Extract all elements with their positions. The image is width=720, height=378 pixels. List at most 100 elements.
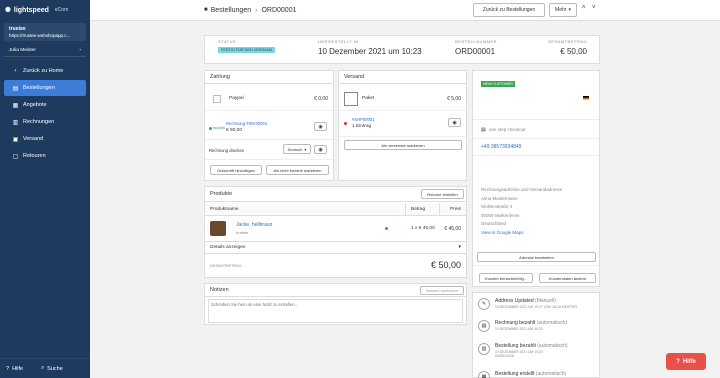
parcel-icon xyxy=(344,92,358,106)
timeline-meta: 10 DEZEMBER 2021 UM 10:23 8439120208 xyxy=(495,350,543,358)
timeline-tag: (automatisch) xyxy=(535,371,567,377)
sidebar-item-orders[interactable]: ▤ Bestellungen xyxy=(4,80,86,96)
sidebar: ✺ lightspeed eCom trustee https://truste… xyxy=(0,0,90,378)
paid-status: bezahlt xyxy=(209,126,225,130)
product-qty: 1 x € 45,00 xyxy=(411,226,435,231)
notes-textarea[interactable] xyxy=(208,299,463,323)
google-maps-link[interactable]: View in Google Maps xyxy=(481,229,562,238)
notify-customer-button[interactable]: Kunden benachrichtig... xyxy=(479,273,533,283)
chevron-down-icon[interactable]: ˅ xyxy=(592,5,596,11)
sidebar-item-invoices[interactable]: ▥ Rechnungen xyxy=(4,114,86,130)
products-total-label: GESAMTBETRAG xyxy=(210,264,242,268)
status-label: STATUS xyxy=(218,39,237,44)
table-row[interactable]: Jacke, hellbraun trustee 1 x € 45,00 € 4… xyxy=(205,217,466,240)
timeline-title: Rechnung bezahlt xyxy=(495,320,536,326)
shipment-link[interactable]: #SHP00001 xyxy=(352,117,375,122)
notes-card: Notizen Notizen speichern xyxy=(204,283,467,325)
help-icon: ? xyxy=(6,365,10,372)
unshipped-dot-icon xyxy=(344,122,347,125)
returns-icon: ▢ xyxy=(12,153,19,160)
search-link[interactable]: Suche xyxy=(47,366,63,372)
brand-suffix: eCom xyxy=(54,7,69,13)
shipping-method: Paket xyxy=(362,96,375,101)
add-credit-button[interactable]: Gutschrift hinzufügen xyxy=(210,165,262,175)
pencil-icon: ✎ xyxy=(478,298,490,310)
sidebar-item-offers[interactable]: ▦ Angebote xyxy=(4,97,86,113)
status-badge: FERTIG FÜR DEN VERSAND xyxy=(218,47,276,53)
sidebar-footer: ? Hilfe ⌕ Suche xyxy=(0,358,90,378)
products-table-header: Produktname Betrag Preis xyxy=(205,203,466,216)
print-preview-button[interactable]: ◉ xyxy=(314,145,327,154)
view-shipment-button[interactable]: ◉ xyxy=(448,118,461,127)
flag-de-icon xyxy=(583,96,589,100)
chevron-down-icon: ▾ xyxy=(458,244,461,250)
details-toggle[interactable]: Details anzeigen ▾ xyxy=(205,241,466,254)
timeline-tag: (automatisch) xyxy=(537,343,568,349)
sidebar-nav: ‹ Zurück zu Home ▤ Bestellungen ▦ Angebo… xyxy=(0,63,90,164)
mark-unpaid-button[interactable]: Als nicht bezahlt markieren xyxy=(266,165,329,175)
user-menu[interactable]: Julia Meister › xyxy=(4,45,86,57)
shop-switcher[interactable]: trustee https://trustee.webshopapp.c... xyxy=(4,23,86,41)
chevron-down-icon: ▾ xyxy=(304,146,307,152)
eye-icon: ◉ xyxy=(452,119,457,126)
sidebar-item-label: Bestellungen xyxy=(23,85,55,91)
shop-url: https://trustee.webshopapp.c... xyxy=(9,33,71,38)
order-status-card: STATUS FERTIG FÜR DEN VERSAND HERGESTELL… xyxy=(204,35,600,64)
order-number-label: BESTELLNUMMER xyxy=(455,39,498,44)
brand-logo[interactable]: ✺ lightspeed eCom xyxy=(0,0,90,20)
payment-method-amount: € 0,00 xyxy=(314,96,328,102)
address-line: 00000 Wolkenheim xyxy=(481,212,520,218)
address-line: Alma Mustermann xyxy=(481,195,518,201)
more-button[interactable]: Mehr ▾ xyxy=(549,3,577,17)
mark-shipped-button[interactable]: Als versendet markieren xyxy=(344,140,462,150)
back-to-orders-button[interactable]: Zurück zu Bestellungen xyxy=(473,3,545,17)
checkout-icon: ▤ xyxy=(481,127,486,133)
sidebar-back-home[interactable]: ‹ Zurück zu Home xyxy=(4,63,86,79)
total-value: € 50,00 xyxy=(560,47,587,56)
sidebar-item-label: Rechnungen xyxy=(23,119,55,125)
customer-card: NEW CUSTOMER ▤ one step checkout +49 385… xyxy=(472,70,600,287)
timeline-meta: 10 DEZEMBER 2021 UM 10:27 VON JULIA MEIS… xyxy=(495,305,577,309)
more-label: Mehr xyxy=(555,7,567,13)
invoice-icon: ▥ xyxy=(12,119,19,126)
help-icon: ? xyxy=(676,358,680,365)
breadcrumb-parent[interactable]: Bestellungen xyxy=(211,7,251,14)
payment-method: Paypal xyxy=(229,96,244,101)
product-name[interactable]: Jacke, hellbraun xyxy=(236,222,272,228)
breadcrumb-separator: › xyxy=(255,6,258,14)
help-fab-button[interactable]: ? Hilfe xyxy=(666,353,706,370)
breadcrumb: ■ Bestellungen › ORD00001 xyxy=(204,7,296,14)
total-label: GESAMTBETRAG xyxy=(547,39,587,44)
top-bar: ■ Bestellungen › ORD00001 Zurück zu Best… xyxy=(90,0,720,21)
save-notes-button[interactable]: Notizen speichern xyxy=(420,286,464,295)
edit-customer-button[interactable]: Kundendaten ändern xyxy=(539,273,596,283)
cart-icon: ▦ xyxy=(478,371,490,378)
invoice-amount: € 50,00 xyxy=(226,128,243,133)
product-brand: trustee xyxy=(236,230,249,235)
timeline-tag: (automatisch) xyxy=(536,320,567,326)
search-icon: ⌕ xyxy=(41,365,45,371)
products-card: Produkte Retoure erstellen Produktname B… xyxy=(204,186,467,278)
sidebar-item-shipping[interactable]: ▣ Versand xyxy=(4,131,86,147)
language-value: Deutsch xyxy=(287,146,303,152)
edit-address-button[interactable]: Adresse bearbeiten xyxy=(477,252,596,262)
create-return-button[interactable]: Retoure erstellen xyxy=(421,189,464,199)
chevron-up-icon[interactable]: ˄ xyxy=(582,5,586,11)
timeline-tag: (Manuell) xyxy=(535,298,556,304)
view-invoice-button[interactable]: ◉ xyxy=(314,122,327,131)
shipping-card: Versand Paket € 5,00 #SHP00001 1 Eintrag… xyxy=(338,70,467,181)
eye-icon: ◉ xyxy=(318,146,323,153)
product-price: € 45,00 xyxy=(444,226,461,232)
sidebar-item-label: Retouren xyxy=(23,153,46,159)
print-invoice-label: Rechnung drucken xyxy=(209,148,245,153)
address-heading: Rechnungsadresse und Versandadresse xyxy=(481,187,563,192)
receipt-icon: ▥ xyxy=(478,343,490,355)
sidebar-item-returns[interactable]: ▢ Retouren xyxy=(4,148,86,164)
products-total-value: € 50,00 xyxy=(430,260,461,270)
user-name: Julia Meister xyxy=(9,48,36,53)
invoice-link[interactable]: Rechnung #INV00001 xyxy=(226,121,267,126)
help-link[interactable]: Hilfe xyxy=(12,366,23,372)
breadcrumb-current: ORD00001 xyxy=(261,6,297,14)
language-select[interactable]: Deutsch ▾ xyxy=(283,144,311,154)
customer-phone[interactable]: +49 38573934849 xyxy=(481,144,521,150)
